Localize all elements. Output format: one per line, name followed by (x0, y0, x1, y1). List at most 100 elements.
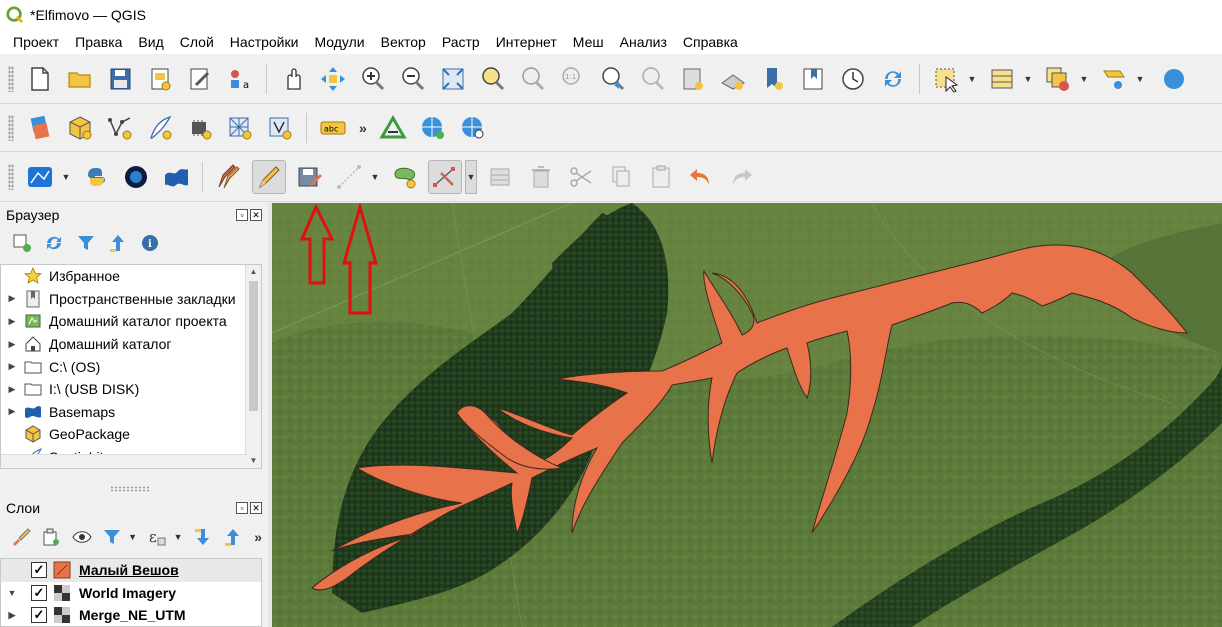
filter-by-expression-button[interactable]: ε (144, 523, 170, 551)
deselect-features-button[interactable] (1041, 62, 1075, 96)
browser-item-drive-c[interactable]: ▶ C:\ (OS) (1, 355, 261, 378)
zoom-native-button[interactable]: 1:1 (556, 62, 590, 96)
browser-item-favorites[interactable]: Избранное (1, 265, 261, 288)
pan-to-selection-button[interactable] (316, 62, 350, 96)
browser-item-spatial-bookmarks[interactable]: ▶ Пространственные закладки (1, 288, 261, 311)
browser-refresh-button[interactable] (40, 229, 68, 257)
add-selected-layers-button[interactable] (8, 229, 36, 257)
quickmapservices-dropdown-arrow[interactable]: ▼ (60, 160, 72, 194)
select-dropdown-arrow[interactable]: ▼ (966, 62, 978, 96)
expand-arrow-icon[interactable]: ▼ (5, 588, 19, 598)
browser-vertical-scrollbar[interactable]: ▲ ▼ (245, 265, 261, 468)
zoom-to-layer-button[interactable] (516, 62, 550, 96)
new-mesh-layer-button[interactable] (223, 111, 257, 145)
browser-item-project-home[interactable]: ▶ Домашний каталог проекта (1, 310, 261, 333)
menu-raster[interactable]: Растр (435, 30, 489, 54)
toolbar-grip[interactable] (8, 163, 14, 190)
menu-vector[interactable]: Вектор (374, 30, 435, 54)
toolbar-grip[interactable] (8, 114, 14, 141)
expand-arrow-icon[interactable]: ▶ (5, 293, 19, 304)
new-bookmark-button[interactable] (756, 62, 790, 96)
new-temporary-layer-button[interactable] (183, 111, 217, 145)
scroll-down-arrow-icon[interactable]: ▼ (246, 454, 261, 468)
menu-layer[interactable]: Слой (173, 30, 223, 54)
menu-edit[interactable]: Правка (68, 30, 131, 54)
earth-engine-button[interactable] (119, 160, 153, 194)
close-panel-button[interactable]: ✕ (250, 502, 262, 514)
zoom-out-button[interactable] (396, 62, 430, 96)
layer-visibility-checkbox[interactable]: ✓ (31, 584, 47, 601)
browser-filter-button[interactable] (72, 229, 100, 257)
save-layer-edits-button[interactable] (292, 160, 326, 194)
menu-mesh[interactable]: Меш (566, 30, 613, 54)
scroll-thumb[interactable] (249, 281, 258, 411)
layer-labeling-button[interactable]: abc (316, 111, 350, 145)
python-console-button[interactable] (79, 160, 113, 194)
expression-dropdown-arrow[interactable]: ▼ (173, 520, 184, 554)
enable-properties-button[interactable]: i (136, 229, 164, 257)
quickmapservices-button[interactable] (23, 160, 57, 194)
browser-item-drive-i[interactable]: ▶ I:\ (USB DISK) (1, 378, 261, 401)
browser-horizontal-scrollbar[interactable] (1, 454, 247, 468)
menu-settings[interactable]: Настройки (223, 30, 308, 54)
float-panel-button[interactable]: ▫ (236, 209, 248, 221)
add-wfs-layer-button[interactable] (456, 111, 490, 145)
paste-features-button[interactable] (644, 160, 678, 194)
menu-view[interactable]: Вид (131, 30, 172, 54)
new-spatialite-layer-button[interactable] (143, 111, 177, 145)
layer-row-maly-veshov[interactable]: ✓ Малый Вешов (1, 559, 261, 582)
data-source-manager-button[interactable] (23, 111, 57, 145)
filter-legend-button[interactable] (99, 523, 125, 551)
vertex-tool-button[interactable] (428, 159, 462, 194)
manage-visibility-button[interactable] (69, 523, 95, 551)
panel-splitter-handle[interactable] (110, 486, 150, 492)
scroll-up-arrow-icon[interactable]: ▲ (246, 265, 261, 279)
copy-features-button[interactable] (604, 160, 638, 194)
menu-help[interactable]: Справка (676, 30, 747, 54)
vertex-tool-dropdown-arrow[interactable]: ▼ (465, 159, 477, 194)
layout-manager-button[interactable] (183, 62, 217, 96)
layers-toolbar-overflow[interactable]: » (254, 529, 262, 545)
style-manager-button[interactable]: a (223, 62, 257, 96)
toggle-editing-button[interactable] (252, 159, 286, 194)
add-polygon-feature-button[interactable] (388, 160, 422, 194)
expand-all-button[interactable] (190, 523, 216, 551)
expand-arrow-icon[interactable]: ▶ (5, 339, 19, 350)
toolbar-overflow-chevron[interactable]: » (359, 120, 367, 136)
identify-dropdown-arrow[interactable]: ▼ (1134, 62, 1146, 96)
menu-analysis[interactable]: Анализ (613, 30, 676, 54)
digitize-line-button[interactable] (332, 160, 366, 194)
new-virtual-layer-button[interactable] (263, 111, 297, 145)
new-shapefile-layer-button[interactable] (103, 111, 137, 145)
layer-visibility-checkbox[interactable]: ✓ (31, 562, 47, 579)
modify-attributes-button[interactable] (484, 160, 518, 194)
browser-item-geopackage[interactable]: GeoPackage (1, 423, 261, 446)
menu-project[interactable]: Проект (6, 30, 68, 54)
expand-arrow-icon[interactable]: ▶ (5, 316, 19, 327)
menu-web[interactable]: Интернет (489, 30, 566, 54)
open-project-button[interactable] (63, 62, 97, 96)
layer-styling-button[interactable] (8, 523, 34, 551)
processing-toolbox-button[interactable] (376, 111, 410, 145)
terrain-plugin-button[interactable] (159, 160, 193, 194)
toolbar-overflow-button[interactable] (1153, 62, 1187, 96)
filter-dropdown-arrow[interactable]: ▼ (127, 520, 138, 554)
new-print-layout-button[interactable] (143, 62, 177, 96)
zoom-last-button[interactable] (596, 62, 630, 96)
current-edits-button[interactable] (212, 160, 246, 194)
new-project-button[interactable] (23, 62, 57, 96)
browser-item-basemaps[interactable]: ▶ Basemaps (1, 401, 261, 424)
expand-arrow-icon[interactable]: ▶ (5, 406, 19, 417)
refresh-button[interactable] (876, 62, 910, 96)
layer-visibility-checkbox[interactable]: ✓ (31, 607, 47, 624)
toolbar-grip[interactable] (8, 65, 14, 92)
map-canvas[interactable] (272, 203, 1222, 627)
save-project-button[interactable] (103, 62, 137, 96)
expand-arrow-icon[interactable]: ▶ (5, 610, 19, 621)
zoom-full-button[interactable] (436, 62, 470, 96)
menu-plugins[interactable]: Модули (307, 30, 373, 54)
digitize-dropdown-arrow[interactable]: ▼ (369, 160, 381, 194)
collapse-all-layers-button[interactable] (220, 523, 246, 551)
zoom-to-selection-button[interactable] (476, 62, 510, 96)
add-wms-layer-button[interactable] (416, 111, 450, 145)
